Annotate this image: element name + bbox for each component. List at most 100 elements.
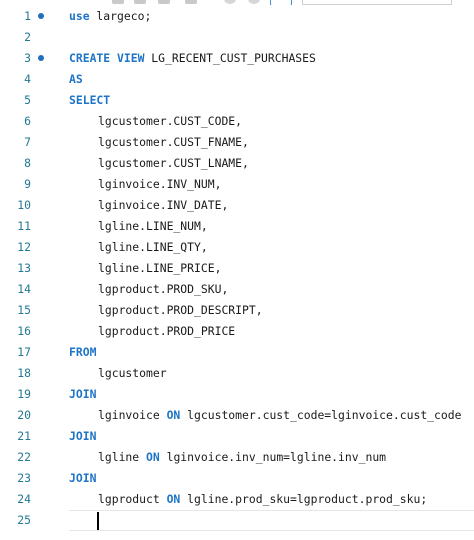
toolbar-button[interactable] (134, 0, 146, 4)
line-number: 4 (24, 72, 31, 86)
code-text: SELECT (69, 90, 110, 111)
code-line[interactable]: 20 lginvoice ON lgcustomer.cust_code=lgin… (0, 405, 474, 426)
sql-identifier: lgproduct.PROD_SKU, (98, 282, 229, 296)
code-line[interactable]: 2 (0, 27, 474, 48)
code-text: AS (69, 69, 83, 90)
line-number: 16 (17, 324, 31, 338)
line-number: 23 (17, 471, 31, 485)
toolbar-button[interactable] (224, 0, 236, 4)
code-text: lginvoice.INV_DATE, (69, 195, 228, 216)
sql-identifier: lginvoice.INV_DATE, (98, 198, 229, 212)
line-number: 19 (17, 387, 31, 401)
code-text: lgproduct.PROD_PRICE (69, 321, 235, 342)
code-text: lgline ON lginvoice.inv_num=lgline.inv_n… (69, 447, 386, 468)
sql-editor[interactable]: 1 use largeco; 2 3 CREATE VIEW LG_RECENT_CUS… (0, 6, 474, 531)
sql-identifier: lgline.LINE_QTY, (98, 240, 208, 254)
toolbar-strip (0, 0, 474, 5)
line-number: 10 (17, 198, 31, 212)
code-line[interactable]: 23 JOIN (0, 468, 474, 489)
sql-keyword: JOIN (69, 471, 97, 485)
sql-identifier: LG_RECENT_CUST_PURCHASES (144, 51, 316, 65)
code-text: lginvoice ON lgcustomer.cust_code=lginvo… (69, 405, 461, 426)
toolbar-search-input[interactable] (302, 0, 452, 5)
code-line[interactable]: 25 (0, 510, 474, 531)
code-line[interactable]: 7 lgcustomer.CUST_FNAME, (0, 132, 474, 153)
text-caret (97, 512, 99, 530)
code-line[interactable]: 6 lgcustomer.CUST_CODE, (0, 111, 474, 132)
code-line[interactable]: 1 use largeco; (0, 6, 474, 27)
sql-keyword: CREATE VIEW (69, 51, 145, 65)
code-text: lgline.LINE_QTY, (69, 237, 208, 258)
toolbar-button[interactable] (158, 0, 170, 4)
code-text: lgcustomer (69, 363, 167, 384)
sql-keyword: SELECT (69, 93, 111, 107)
code-line[interactable]: 5 SELECT (0, 90, 474, 111)
code-line[interactable]: 10 lginvoice.INV_DATE, (0, 195, 474, 216)
code-text: lgcustomer.CUST_CODE, (69, 111, 242, 132)
sql-identifier: lginvoice (98, 408, 167, 422)
code-line[interactable]: 3 CREATE VIEW LG_RECENT_CUST_PURCHASES (0, 48, 474, 69)
code-text: lgproduct.PROD_SKU, (69, 279, 228, 300)
code-line[interactable]: 22 lgline ON lginvoice.inv_num=lgline.inv… (0, 447, 474, 468)
code-line[interactable]: 16 lgproduct.PROD_PRICE (0, 321, 474, 342)
line-number: 21 (17, 429, 31, 443)
code-line[interactable]: 9 lginvoice.INV_NUM, (0, 174, 474, 195)
line-number: 3 (24, 51, 31, 65)
breakpoint-marker-icon[interactable] (38, 55, 44, 61)
line-number: 8 (24, 156, 31, 170)
line-number: 13 (17, 261, 31, 275)
code-line[interactable]: 24 lgproduct ON lgline.prod_sku=lgproduct… (0, 489, 474, 510)
code-text: JOIN (69, 384, 96, 405)
code-line[interactable]: 8 lgcustomer.CUST_LNAME, (0, 153, 474, 174)
code-line[interactable]: 18 lgcustomer (0, 363, 474, 384)
sql-keyword: FROM (69, 345, 97, 359)
code-line[interactable]: 15 lgproduct.PROD_DESCRIPT, (0, 300, 474, 321)
code-line[interactable]: 4 AS (0, 69, 474, 90)
sql-identifier: lgcustomer.cust_code=lginvoice.cust_code (180, 408, 462, 422)
toolbar-button[interactable] (185, 0, 197, 4)
sql-identifier: lgline.prod_sku=lgproduct.prod_sku; (180, 492, 428, 506)
sql-identifier: lgline.LINE_PRICE, (98, 261, 222, 275)
code-line[interactable]: 12 lgline.LINE_QTY, (0, 237, 474, 258)
toolbar-button[interactable] (112, 0, 124, 4)
code-text: lgline.LINE_PRICE, (69, 258, 221, 279)
code-text: lgproduct ON lgline.prod_sku=lgproduct.p… (69, 489, 427, 510)
code-line[interactable]: 21 JOIN (0, 426, 474, 447)
toolbar-button[interactable] (270, 0, 292, 5)
code-line[interactable]: 17 FROM (0, 342, 474, 363)
sql-identifier: lgcustomer (98, 366, 167, 380)
sql-identifier: lgproduct (98, 492, 167, 506)
line-number: 14 (17, 282, 31, 296)
sql-identifier: lgcustomer.CUST_LNAME, (98, 156, 249, 170)
sql-identifier: lgcustomer.CUST_CODE, (98, 114, 243, 128)
sql-keyword: ON (166, 492, 181, 506)
code-text: lgline.LINE_NUM, (69, 216, 208, 237)
line-number: 5 (24, 93, 31, 107)
code-text: lgcustomer.CUST_LNAME, (69, 153, 249, 174)
line-number: 7 (24, 135, 31, 149)
code-line[interactable]: 11 lgline.LINE_NUM, (0, 216, 474, 237)
line-number: 20 (17, 408, 31, 422)
toolbar-button[interactable] (248, 0, 260, 4)
line-number: 1 (24, 9, 31, 23)
code-text: lgproduct.PROD_DESCRIPT, (69, 300, 263, 321)
line-number: 25 (17, 513, 31, 527)
sql-keyword: use (69, 9, 90, 23)
line-number: 11 (17, 219, 31, 233)
code-line[interactable]: 14 lgproduct.PROD_SKU, (0, 279, 474, 300)
code-text: lgcustomer.CUST_FNAME, (69, 132, 249, 153)
code-text: use largeco; (69, 6, 151, 27)
code-line[interactable]: 13 lgline.LINE_PRICE, (0, 258, 474, 279)
code-line[interactable]: 19 JOIN (0, 384, 474, 405)
sql-keyword: ON (166, 408, 181, 422)
sql-identifier: largeco; (89, 9, 152, 23)
sql-keyword: JOIN (69, 429, 97, 443)
sql-identifier: lgline (98, 450, 147, 464)
line-number: 6 (24, 114, 31, 128)
sql-identifier: lgline.LINE_NUM, (98, 219, 208, 233)
line-number: 9 (24, 177, 31, 191)
line-number: 22 (17, 450, 31, 464)
code-text: JOIN (69, 468, 96, 489)
breakpoint-marker-icon[interactable] (38, 13, 44, 19)
line-number: 24 (17, 492, 31, 506)
